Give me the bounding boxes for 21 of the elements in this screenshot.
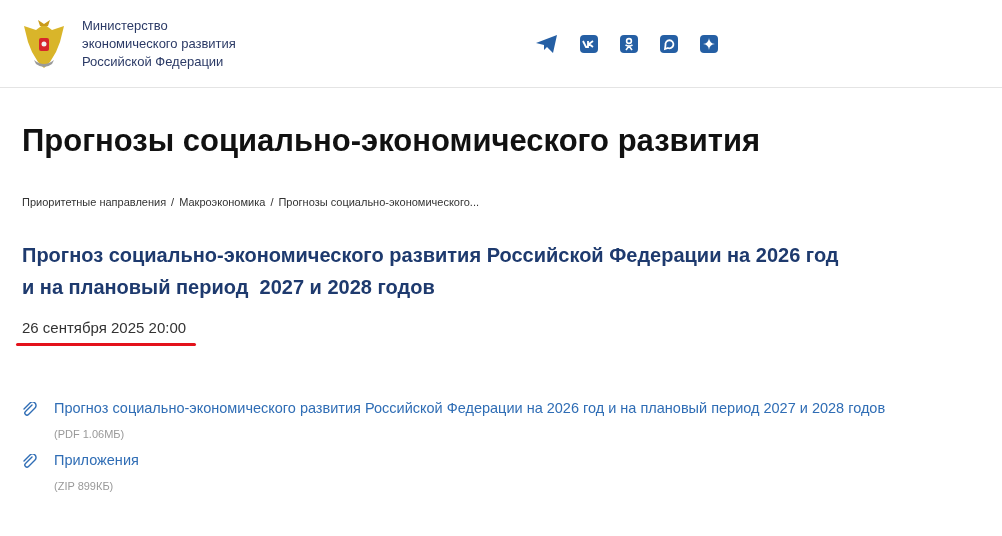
breadcrumb-link[interactable]: Приоритетные направления — [22, 194, 167, 211]
page-title: Прогнозы социально-экономического развития — [22, 122, 762, 160]
file-info: (ZIP 899КБ) — [54, 479, 115, 494]
breadcrumb-link[interactable]: Макроэкономика — [179, 194, 266, 211]
breadcrumb-link[interactable]: Прогнозы социально-экономического... — [278, 194, 479, 211]
ministry-name[interactable]: Министерство экономического развития Российской Федерации — [82, 16, 236, 71]
speech-bubble-icon[interactable] — [659, 34, 678, 53]
vk-logo-icon[interactable] — [579, 34, 598, 53]
file-info: (PDF 1.06МБ) — [54, 426, 126, 442]
breadcrumb-separator: / — [171, 195, 175, 210]
breadcrumb-separator: / — [270, 195, 274, 210]
attachment-link[interactable]: Прогноз социально-экономического развития Российской Федерации на 2026 год и на плановый период 2027 и 2028 годов — [54, 398, 886, 420]
attachment-link[interactable]: Приложения — [54, 450, 139, 472]
paperclip-icon — [22, 454, 38, 471]
paperclip-icon — [22, 402, 38, 418]
article-title: Прогноз социально-экономического развития Российской Федерации на 2026 год и на плановый период 2027 и 2028 годов — [22, 242, 840, 300]
publish-date: 26 сентября 2025 20:00 — [22, 317, 188, 338]
star-logo-icon[interactable] — [699, 34, 718, 53]
emblem-icon — [22, 17, 66, 70]
figure-logo-icon[interactable] — [619, 34, 638, 53]
paper-plane-icon[interactable] — [535, 34, 558, 53]
